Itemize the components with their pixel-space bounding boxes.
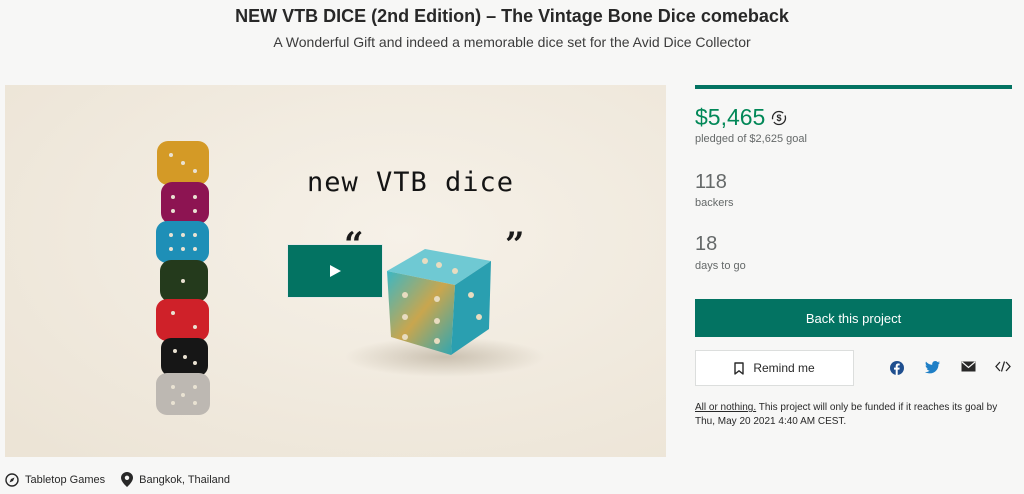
remind-me-label: Remind me — [753, 361, 815, 375]
backers-label: backers — [695, 197, 734, 209]
pledged-amount: $5,465 — [695, 104, 766, 130]
funding-progress-bar — [695, 85, 1012, 89]
pledged-goal-label: pledged of $2,625 goal — [695, 133, 807, 145]
quote-close-mark: ” — [505, 225, 525, 265]
play-video-button[interactable] — [287, 244, 383, 298]
video-heading: new VTB dice — [307, 167, 515, 198]
email-icon[interactable] — [961, 361, 976, 372]
play-icon — [329, 265, 341, 277]
all-or-nothing-link[interactable]: All or nothing. — [695, 402, 756, 413]
bookmark-icon — [734, 361, 745, 375]
location-link[interactable]: Bangkok, Thailand — [121, 472, 230, 487]
compass-icon — [5, 472, 19, 487]
twitter-icon[interactable] — [925, 361, 940, 374]
back-this-project-button[interactable]: Back this project — [695, 299, 1012, 337]
days-to-go-count: 18 — [695, 233, 718, 255]
all-or-nothing-notice: All or nothing. This project will only b… — [695, 401, 1012, 429]
funding-progress-fill — [695, 85, 1012, 89]
category-link[interactable]: Tabletop Games — [5, 472, 106, 487]
project-video[interactable]: new VTB dice “ ” — [5, 85, 666, 457]
location-label: Bangkok, Thailand — [139, 473, 231, 486]
map-pin-icon — [121, 472, 134, 487]
currency-conversion-icon[interactable]: $ — [771, 110, 787, 126]
days-to-go-label: days to go — [695, 260, 746, 272]
pledged-amount-row: $5,465 $ — [695, 104, 787, 131]
facebook-icon[interactable] — [890, 361, 904, 375]
embed-icon[interactable] — [995, 361, 1011, 372]
project-meta: Tabletop Games Bangkok, Thailand — [5, 472, 246, 487]
svg-text:$: $ — [777, 113, 782, 123]
backers-count: 118 — [695, 171, 727, 193]
project-subtitle: A Wonderful Gift and indeed a memorable … — [273, 34, 751, 50]
category-label: Tabletop Games — [25, 473, 106, 486]
project-title: NEW VTB DICE (2nd Edition) – The Vintage… — [235, 6, 789, 26]
dice-stack — [156, 141, 210, 415]
remind-me-button[interactable]: Remind me — [695, 350, 854, 386]
